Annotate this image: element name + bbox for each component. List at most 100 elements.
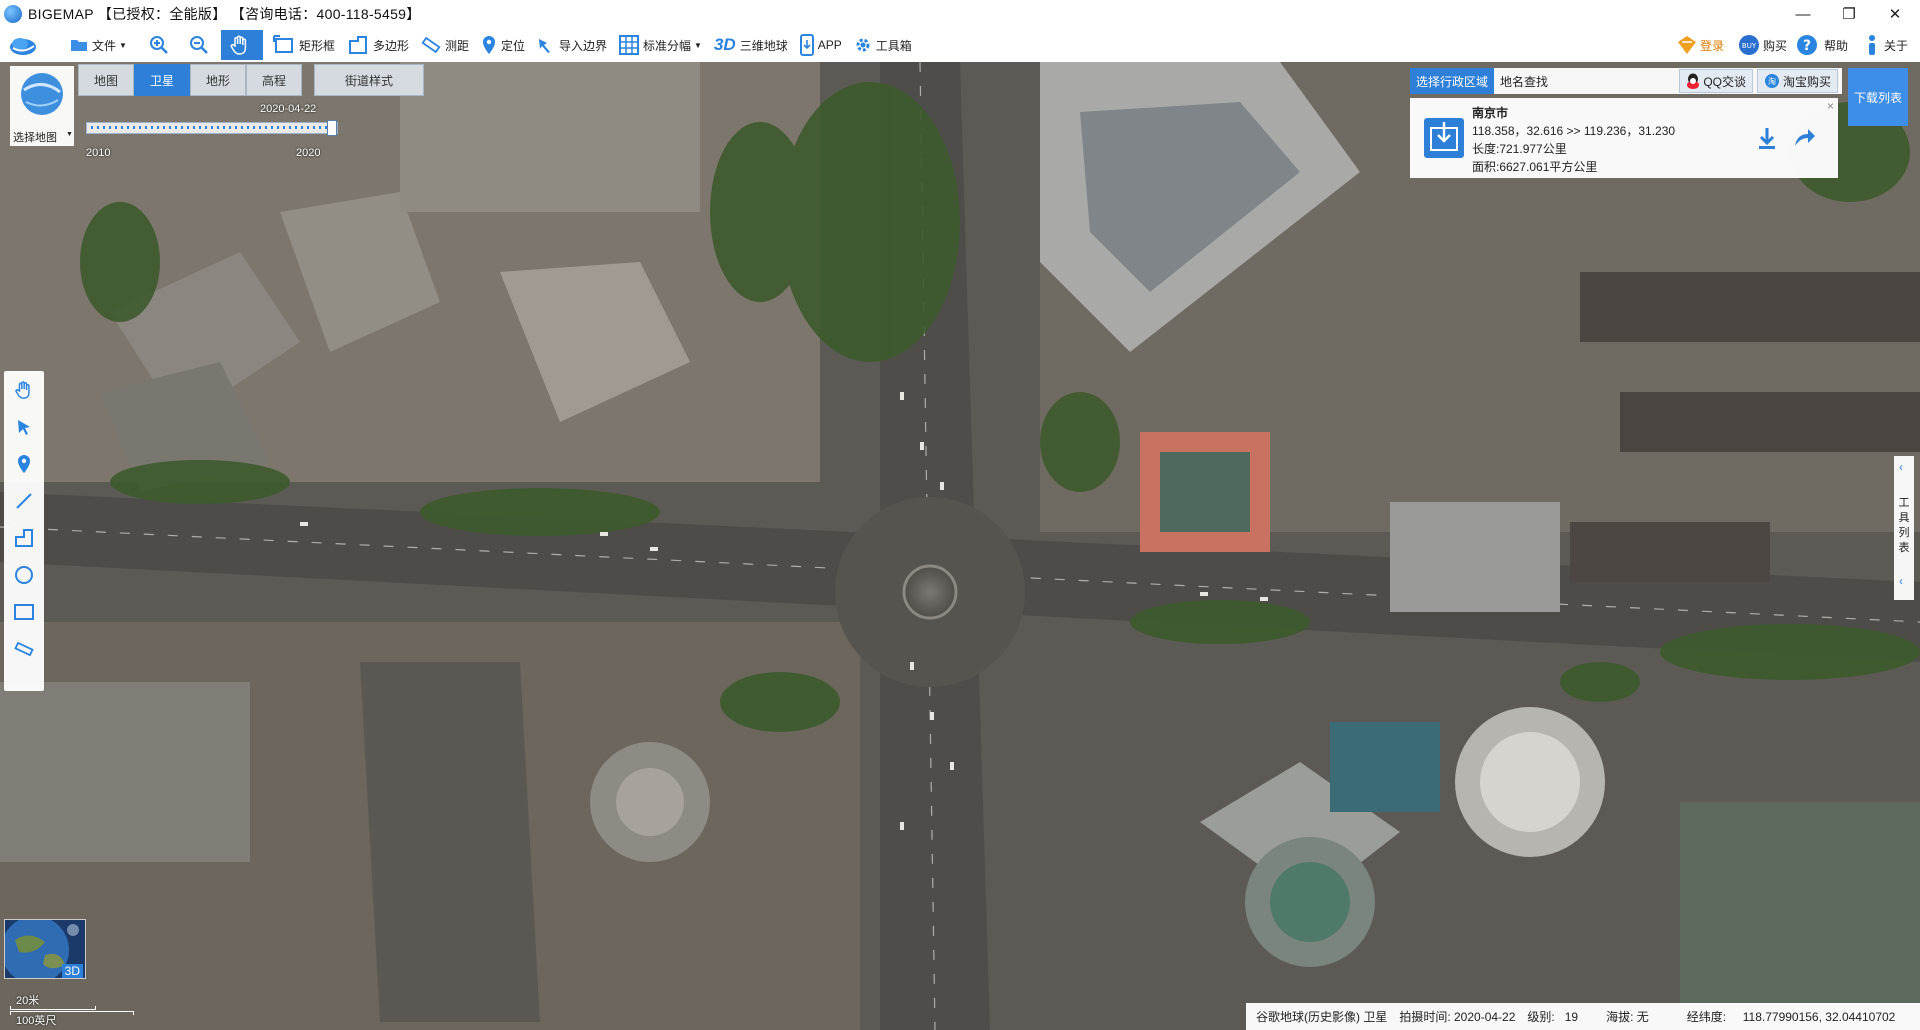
zoom-out-icon bbox=[189, 36, 208, 54]
satellite-map-view[interactable] bbox=[0, 62, 1920, 1030]
rectangle-select-icon bbox=[272, 35, 293, 53]
street-style-button[interactable]: 街道样式 bbox=[314, 64, 424, 96]
login-badge-icon bbox=[1678, 36, 1696, 54]
line-tool[interactable] bbox=[4, 482, 44, 519]
tab-place-search[interactable]: 地名查找 bbox=[1494, 68, 1554, 94]
taobao-buy-button[interactable]: 淘 淘宝购买 bbox=[1756, 69, 1838, 93]
ruler-icon bbox=[14, 641, 34, 656]
close-button[interactable]: ✕ bbox=[1872, 0, 1918, 28]
locate-button[interactable]: 定位 bbox=[475, 30, 531, 60]
region-coords: 118.358，32.616 >> 119.236，31.230 bbox=[1472, 124, 1676, 138]
polygon-tool[interactable] bbox=[4, 519, 44, 556]
title-bar: BIGEMAP 【已授权：全能版】 【咨询电话：400-118-5459】 bbox=[0, 0, 1920, 28]
tool-list-char: 具 bbox=[1898, 512, 1910, 524]
rectangle-select-button[interactable]: 矩形框 bbox=[267, 30, 341, 60]
circle-icon bbox=[15, 565, 33, 584]
pan-hand-button[interactable] bbox=[220, 30, 263, 60]
rectangle-tool[interactable] bbox=[4, 593, 44, 630]
import-boundary-button[interactable]: 导入边界 bbox=[531, 30, 613, 60]
status-capture-date: 拍摄时间: 2020-04-22 bbox=[1399, 1010, 1516, 1024]
region-city-name: 南京市 bbox=[1472, 106, 1509, 120]
pointer-arrow-icon bbox=[18, 419, 30, 435]
hand-icon bbox=[230, 35, 247, 55]
app-download-button[interactable]: APP bbox=[794, 30, 848, 60]
svg-text:淘: 淘 bbox=[1768, 76, 1776, 86]
satellite-imagery bbox=[0, 62, 1920, 1030]
login-button[interactable]: 登录 bbox=[1676, 28, 1724, 62]
tool-list-char: 列 bbox=[1898, 527, 1910, 539]
locate-label: 定位 bbox=[500, 38, 525, 53]
grid-icon bbox=[619, 35, 640, 55]
select-map-button[interactable]: 选择地图 ▼ bbox=[10, 66, 74, 146]
measure-distance-button[interactable]: 测距 bbox=[415, 30, 475, 60]
three-d-globe-label: 三维地球 bbox=[739, 38, 788, 53]
select-arrow-tool[interactable] bbox=[4, 408, 44, 445]
region-length: 长度:721.977公里 bbox=[1472, 142, 1567, 156]
chevron-down-icon: ▼ bbox=[119, 40, 127, 50]
status-zoom-level: 级别: 19 bbox=[1527, 1010, 1579, 1024]
minimap-3d-label: 3D bbox=[61, 964, 83, 978]
download-list-button[interactable]: 下载列表 bbox=[1848, 68, 1908, 126]
measure-distance-label: 测距 bbox=[444, 38, 469, 53]
collapse-left-icon: ‹ bbox=[1899, 574, 1903, 588]
scale-imperial: 100英尺 bbox=[16, 1015, 57, 1027]
tab-admin-region[interactable]: 选择行政区域 bbox=[1410, 68, 1495, 94]
map-type-tabs: 地图 卫星 地形 高程 街道样式 bbox=[78, 64, 424, 98]
toolbox-button[interactable]: 工具箱 bbox=[848, 30, 918, 60]
tab-elevation[interactable]: 高程 bbox=[246, 64, 302, 96]
three-d-globe-button[interactable]: 3D 三维地球 bbox=[708, 30, 794, 60]
qq-chat-button[interactable]: QQ交谈 bbox=[1679, 69, 1753, 93]
timeline-end-year: 2020 bbox=[296, 147, 321, 159]
status-coordinates: 经纬度: 118.77990156, 32.04410702 bbox=[1686, 1010, 1896, 1024]
status-source: 谷歌地球(历史影像) 卫星 bbox=[1256, 1010, 1388, 1024]
help-question-icon: ? bbox=[1797, 35, 1817, 55]
gear-icon bbox=[856, 38, 870, 52]
import-arrow-icon bbox=[539, 39, 550, 53]
globe-minimap[interactable]: 3D bbox=[4, 919, 86, 979]
restore-button[interactable]: ❐ bbox=[1826, 0, 1872, 28]
region-close-button[interactable]: × bbox=[1827, 99, 1834, 113]
ruler-tool[interactable] bbox=[4, 630, 44, 667]
buy-badge-icon: BUY bbox=[1739, 35, 1759, 55]
buy-button[interactable]: BUY 购买 bbox=[1738, 28, 1787, 62]
chevron-down-icon: ▼ bbox=[66, 131, 73, 138]
tool-list-tab[interactable]: ‹ 工 具 列 表 ‹ bbox=[1894, 456, 1914, 600]
share-arrow-icon[interactable] bbox=[1792, 126, 1816, 148]
info-icon bbox=[1869, 35, 1875, 55]
timeline-start-year: 2010 bbox=[86, 147, 111, 159]
taobao-icon: 淘 bbox=[1764, 74, 1779, 88]
standard-grid-label: 标准分幅 bbox=[643, 38, 692, 53]
help-label: 帮助 bbox=[1824, 38, 1849, 53]
region-area: 面积:6627.061平方公里 bbox=[1472, 160, 1598, 174]
collapse-left-icon: ‹ bbox=[1899, 460, 1903, 474]
timeline-ticks bbox=[91, 126, 331, 129]
timeline-handle[interactable] bbox=[327, 120, 337, 136]
phone-download-icon bbox=[799, 34, 814, 56]
pan-tool[interactable] bbox=[4, 371, 44, 408]
line-icon bbox=[16, 492, 32, 509]
minimize-button[interactable]: — bbox=[1780, 0, 1826, 28]
tool-list-label: 工 具 列 表 bbox=[1898, 496, 1910, 556]
marker-tool[interactable] bbox=[4, 445, 44, 482]
scale-bar: 20米 100英尺 bbox=[10, 992, 134, 1028]
tab-terrain[interactable]: 地形 bbox=[190, 64, 246, 96]
polygon-select-button[interactable]: 多边形 bbox=[341, 30, 415, 60]
drawing-tools-panel bbox=[4, 371, 44, 691]
timeline-slider[interactable] bbox=[86, 120, 338, 136]
zoom-in-button[interactable] bbox=[141, 30, 181, 60]
qq-penguin-icon bbox=[1687, 73, 1700, 89]
file-menu[interactable]: 文件 ▼ bbox=[64, 30, 141, 60]
tab-satellite[interactable]: 卫星 bbox=[134, 64, 190, 96]
tab-map[interactable]: 地图 bbox=[78, 64, 134, 96]
scale-metric-bar bbox=[10, 1006, 96, 1010]
zoom-out-button[interactable] bbox=[181, 30, 221, 60]
help-button[interactable]: ? 帮助 bbox=[1796, 28, 1848, 62]
standard-grid-menu[interactable]: 标准分幅 ▼ bbox=[613, 30, 708, 60]
about-button[interactable]: 关于 bbox=[1866, 28, 1908, 62]
select-map-label: 选择地图 bbox=[13, 132, 57, 144]
app-menu-button[interactable] bbox=[0, 30, 64, 60]
circle-tool[interactable] bbox=[4, 556, 44, 593]
import-boundary-label: 导入边界 bbox=[559, 38, 608, 53]
map-globe-icon bbox=[21, 73, 63, 115]
download-arrow-icon[interactable] bbox=[1756, 126, 1778, 150]
